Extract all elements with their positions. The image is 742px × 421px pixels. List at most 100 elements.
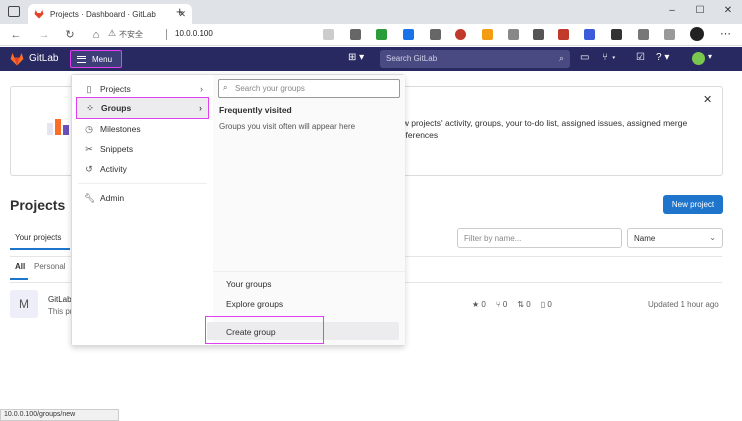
- explore-groups-link[interactable]: Explore groups: [226, 299, 283, 309]
- chevron-right-icon: ›: [200, 84, 203, 94]
- merge-requests-count: 0: [526, 300, 531, 309]
- active-tab-indicator: [10, 278, 28, 280]
- merge-requests-stat[interactable]: ⇅ 0: [517, 300, 530, 309]
- url-input[interactable]: 10.0.0.100: [175, 29, 213, 38]
- menu-item-projects[interactable]: ▯ Projects ›: [76, 80, 209, 98]
- issues-count: 0: [547, 300, 552, 309]
- address-bar: ← → ↻ ⌂ ⚠ 不安全 10.0.0.100 ⋯: [0, 24, 742, 46]
- project-stats: ★ 0 ⑂ 0 ⇅ 0 ▯ 0: [472, 300, 552, 309]
- search-icon: ⌕: [558, 53, 564, 63]
- history-icon: ↺: [85, 163, 93, 174]
- menu-item-admin[interactable]: 🔧︎ Admin: [76, 189, 209, 207]
- merge-request-icon: ⇅: [517, 300, 527, 309]
- project-avatar[interactable]: M: [10, 290, 38, 318]
- tab-title: Projects · Dashboard · GitLab: [50, 9, 156, 19]
- menu-item-snippets[interactable]: ✂ Snippets: [76, 140, 209, 158]
- tab-your-projects[interactable]: Your projects: [15, 233, 61, 242]
- menu-item-label: Snippets: [100, 144, 134, 154]
- chevron-right-icon: ›: [199, 103, 202, 113]
- issues-stat[interactable]: ▯ 0: [541, 300, 552, 309]
- profile-avatar[interactable]: [690, 27, 704, 41]
- minimize-icon[interactable]: –: [662, 3, 682, 19]
- menu-item-label: Milestones: [100, 124, 141, 134]
- warning-icon[interactable]: ⚠: [108, 28, 116, 39]
- menu-button[interactable]: Menu: [70, 50, 122, 68]
- more-icon[interactable]: ⋯: [720, 27, 731, 40]
- merge-requests-icon[interactable]: ⑂ ▾: [602, 52, 617, 63]
- create-group-link[interactable]: Create group: [226, 327, 276, 337]
- tab-all[interactable]: All: [15, 262, 25, 271]
- tab-actions-icon[interactable]: [8, 6, 20, 17]
- menu-nav-list: ▯ Projects › ⁘ Groups › ◷ Milestones ✂ S…: [72, 75, 213, 345]
- menu-item-label: Admin: [100, 193, 125, 203]
- filter-input[interactable]: Filter by name...: [457, 228, 622, 248]
- gitlab-logo-text[interactable]: GitLab: [29, 53, 58, 64]
- close-icon[interactable]: ✕: [703, 93, 712, 106]
- your-groups-link[interactable]: Your groups: [226, 279, 272, 289]
- gitlab-logo-icon[interactable]: [10, 52, 24, 66]
- issues-icon[interactable]: ▭: [580, 52, 589, 63]
- extension-icon[interactable]: [482, 29, 493, 40]
- window-close-icon[interactable]: ✕: [718, 3, 738, 19]
- group-search-placeholder: Search your groups: [235, 84, 305, 93]
- star-icon: ★: [472, 300, 482, 309]
- project-icon: ▯: [86, 83, 92, 94]
- extension-icon[interactable]: [350, 29, 361, 40]
- chevron-down-icon[interactable]: ▾: [708, 52, 712, 61]
- menu-item-milestones[interactable]: ◷ Milestones: [76, 120, 209, 138]
- back-icon[interactable]: ←: [8, 27, 24, 43]
- sort-value: Name: [634, 234, 656, 243]
- active-tab-indicator: [10, 248, 70, 250]
- insecure-label[interactable]: 不安全: [119, 29, 143, 40]
- extension-icon[interactable]: [533, 29, 544, 40]
- extension-icon[interactable]: [403, 29, 414, 40]
- maximize-icon[interactable]: ☐: [690, 3, 710, 19]
- menu-item-label: Projects: [100, 84, 131, 94]
- menu-label: Menu: [92, 54, 113, 64]
- extension-icon[interactable]: [558, 29, 569, 40]
- snippet-icon: ✂: [85, 143, 93, 154]
- group-icon: ⁘: [86, 102, 94, 113]
- extension-icon[interactable]: [664, 29, 675, 40]
- extension-icon[interactable]: [638, 29, 649, 40]
- frequent-groups-empty: Groups you visit often will appear here: [219, 122, 356, 131]
- new-item-icon[interactable]: ⊞ ▾: [348, 52, 364, 63]
- divider: [166, 29, 167, 40]
- new-tab-icon[interactable]: +: [176, 4, 184, 19]
- menu-item-label: Groups: [101, 103, 132, 113]
- page-title: Projects: [10, 197, 66, 213]
- extension-icon[interactable]: [376, 29, 387, 40]
- extension-icon[interactable]: [508, 29, 519, 40]
- status-bar-url: 10.0.0.100/groups/new: [0, 409, 119, 421]
- search-input[interactable]: Search GitLab ⌕: [380, 50, 570, 68]
- stars-stat[interactable]: ★ 0: [472, 300, 486, 309]
- reload-icon[interactable]: ↻: [62, 27, 78, 43]
- sort-dropdown[interactable]: Name ⌄: [627, 228, 723, 248]
- help-icon[interactable]: ? ▾: [656, 52, 669, 63]
- forks-stat[interactable]: ⑂ 0: [496, 300, 507, 309]
- new-project-button[interactable]: New project: [663, 195, 723, 214]
- home-icon[interactable]: ⌂: [88, 27, 104, 43]
- divider: [78, 183, 207, 184]
- project-name[interactable]: GitLab: [48, 295, 72, 304]
- forward-icon[interactable]: →: [36, 27, 52, 43]
- tab-personal[interactable]: Personal: [34, 262, 66, 271]
- extension-icon[interactable]: [584, 29, 595, 40]
- extension-icon[interactable]: [611, 29, 622, 40]
- extension-icon[interactable]: [323, 29, 334, 40]
- extension-icon[interactable]: [455, 29, 466, 40]
- browser-tab[interactable]: Projects · Dashboard · GitLab ✕: [28, 4, 192, 24]
- menu-item-activity[interactable]: ↺ Activity: [76, 160, 209, 178]
- gitlab-header: GitLab Menu ⊞ ▾ Search GitLab ⌕ ▭ ⑂ ▾ ☑ …: [0, 47, 742, 71]
- todos-icon[interactable]: ☑: [636, 52, 645, 63]
- group-search-input[interactable]: ⌕ Search your groups: [218, 79, 400, 98]
- user-avatar[interactable]: [692, 52, 705, 65]
- banner-text: ew projects' activity, groups, your to-d…: [398, 118, 688, 140]
- frequent-groups-title: Frequently visited: [219, 105, 292, 115]
- updated-time: Updated 1 hour ago: [648, 300, 719, 309]
- stars-count: 0: [481, 300, 486, 309]
- menu-item-groups[interactable]: ⁘ Groups ›: [76, 97, 209, 119]
- gitlab-favicon-icon: [34, 9, 44, 19]
- chevron-down-icon: ⌄: [709, 233, 716, 242]
- extension-icon[interactable]: [430, 29, 441, 40]
